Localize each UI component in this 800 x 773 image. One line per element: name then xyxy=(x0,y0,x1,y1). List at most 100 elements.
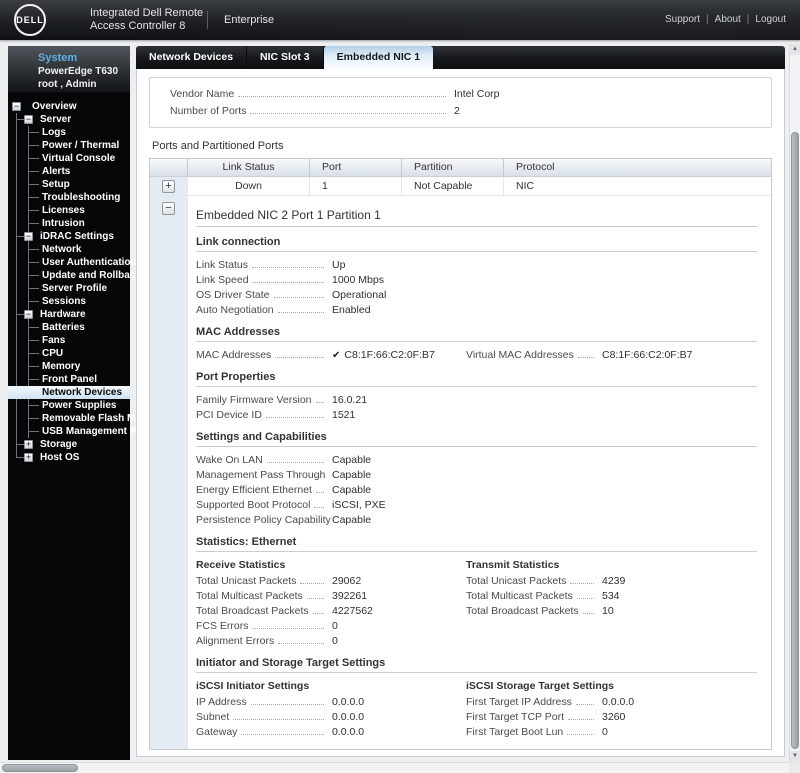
sidebar-item-host-os[interactable]: + Host OS xyxy=(8,451,130,464)
sidebar-item-idrac-settings[interactable]: − iDRAC Settings xyxy=(8,230,130,243)
scroll-up-icon[interactable]: ▲ xyxy=(790,44,800,55)
sidebar-item-network-devices[interactable]: Network Devices xyxy=(8,386,130,399)
tab-nic-slot-3[interactable]: NIC Slot 3 xyxy=(247,46,324,69)
tab-embedded-nic-1[interactable]: Embedded NIC 1 xyxy=(323,46,434,69)
tree-guide-line xyxy=(16,256,17,269)
field-wake-on-lan: Wake On LAN Capable xyxy=(196,452,757,467)
collapse-toggle-icon[interactable]: − xyxy=(24,310,33,319)
tab-network-devices[interactable]: Network Devices xyxy=(136,46,248,69)
section-heading: MAC Addresses xyxy=(196,326,280,338)
section-heading: Initiator and Storage Target Settings xyxy=(196,657,386,669)
support-link[interactable]: Support xyxy=(665,14,700,25)
sidebar-item-label: Alerts xyxy=(42,166,71,177)
tab-bar: Network Devices NIC Slot 3 Embedded NIC 1 xyxy=(136,46,785,69)
column: Virtual MAC Addresses C8:1F:66:C2:0F:B7 xyxy=(466,347,757,362)
field-value: 0 xyxy=(602,725,608,738)
column-header-link-status: Link Status xyxy=(188,159,310,176)
sidebar-item-intrusion[interactable]: Intrusion xyxy=(8,217,130,230)
sidebar-item-setup[interactable]: Setup xyxy=(8,178,130,191)
collapse-row-button[interactable]: − xyxy=(162,202,175,215)
sidebar-item-storage[interactable]: + Storage xyxy=(8,438,130,451)
sidebar-item-power-thermal[interactable]: Power / Thermal xyxy=(8,139,130,152)
field-total-unicast-packets: Total Unicast Packets 29062 xyxy=(196,573,466,588)
sidebar-item-label: Server Profile xyxy=(42,283,108,294)
field-value: 16.0.21 xyxy=(332,393,368,406)
dotted-leader xyxy=(568,718,594,720)
tree-guide-line xyxy=(16,191,17,204)
sidebar-item-batteries[interactable]: Batteries xyxy=(8,321,130,334)
dotted-leader xyxy=(241,733,324,735)
check-icon: ✔ xyxy=(332,349,341,361)
sidebar-item-sessions[interactable]: Sessions xyxy=(8,295,130,308)
field-link-speed: Link Speed 1000 Mbps xyxy=(196,272,757,287)
section-divider xyxy=(196,446,757,447)
field-auto-negotiation: Auto Negotiation Enabled xyxy=(196,302,757,317)
sidebar-item-label: Virtual Console xyxy=(42,153,116,164)
dotted-leader xyxy=(250,703,324,705)
field-link-status: Link Status Up xyxy=(196,257,757,272)
tree-branch-line xyxy=(28,340,39,341)
horizontal-scrollbar-thumb[interactable] xyxy=(2,764,78,772)
field-label: Total Unicast Packets xyxy=(196,574,297,587)
sidebar-item-network[interactable]: Network xyxy=(8,243,130,256)
section-statistics-ethernet: Statistics: Ethernet Receive Statistics To… xyxy=(196,536,757,648)
system-model: PowerEdge T630 xyxy=(38,66,119,77)
field-value: 392261 xyxy=(332,589,368,602)
dotted-leader xyxy=(277,311,324,313)
sidebar-item-memory[interactable]: Memory xyxy=(8,360,130,373)
expanded-row-title: Embedded NIC 2 Port 1 Partition 1 xyxy=(196,208,381,222)
vertical-scrollbar[interactable]: ▲ ▼ xyxy=(789,44,800,762)
sidebar-item-label: Intrusion xyxy=(42,218,85,229)
sidebar-item-fans[interactable]: Fans xyxy=(8,334,130,347)
field-value: Operational xyxy=(332,288,387,301)
collapse-toggle-icon[interactable]: − xyxy=(12,102,21,111)
tree-guide-line xyxy=(16,360,17,373)
dotted-leader xyxy=(278,642,324,644)
sidebar-item-alerts[interactable]: Alerts xyxy=(8,165,130,178)
field-subnet: Subnet 0.0.0.0 xyxy=(196,709,466,724)
sidebar-item-overview[interactable]: − Overview xyxy=(8,100,130,113)
section-settings-and-capabilities: Settings and Capabilities Wake On LAN Capa… xyxy=(196,431,757,527)
sidebar-item-logs[interactable]: Logs xyxy=(8,126,130,139)
section-heading: Settings and Capabilities xyxy=(196,431,327,443)
field-label: First Target Boot Lun xyxy=(466,725,564,738)
sidebar-item-usb-management-port[interactable]: USB Management Port xyxy=(8,425,150,438)
sidebar-item-update-and-rollback[interactable]: Update and Rollback xyxy=(8,269,141,282)
logout-link[interactable]: Logout xyxy=(755,14,786,25)
field-label: Alignment Errors xyxy=(196,634,275,647)
scroll-down-icon[interactable]: ▼ xyxy=(790,751,800,762)
field-value: Intel Corp xyxy=(454,87,500,100)
horizontal-scrollbar[interactable] xyxy=(0,762,789,773)
sidebar-item-user-authentication[interactable]: User Authentication xyxy=(8,256,137,269)
tree-branch-line xyxy=(28,431,39,432)
sidebar-item-server[interactable]: − Server xyxy=(8,113,130,126)
section-mac-addresses: MAC Addresses MAC Addresses ✔ C8:1F:66:C2:0… xyxy=(196,326,757,362)
vertical-scrollbar-thumb[interactable] xyxy=(791,132,799,749)
expand-row-button[interactable]: + xyxy=(162,180,175,193)
expand-toggle-icon[interactable]: + xyxy=(24,440,33,449)
field-total-unicast-packets: Total Unicast Packets 4239 xyxy=(466,573,757,588)
sidebar-item-troubleshooting[interactable]: Troubleshooting xyxy=(8,191,130,204)
expand-toggle-icon[interactable]: + xyxy=(24,453,33,462)
sidebar-item-front-panel[interactable]: Front Panel xyxy=(8,373,130,386)
header-links: Support | About | Logout xyxy=(665,14,786,25)
sidebar-item-power-supplies[interactable]: Power Supplies xyxy=(8,399,130,412)
tree-branch-line xyxy=(28,132,39,133)
subsection-heading: iSCSI Storage Target Settings xyxy=(466,680,614,692)
collapse-toggle-icon[interactable]: − xyxy=(24,115,33,124)
field-os-driver-state: OS Driver State Operational xyxy=(196,287,757,302)
sidebar-item-label: Storage xyxy=(40,439,78,450)
sidebar-item-server-profile[interactable]: Server Profile xyxy=(8,282,130,295)
sidebar-item-licenses[interactable]: Licenses xyxy=(8,204,130,217)
collapse-toggle-icon[interactable]: − xyxy=(24,232,33,241)
tree-guide-line xyxy=(16,204,17,217)
field-mac-addresses: MAC Addresses ✔ C8:1F:66:C2:0F:B7 xyxy=(196,347,466,362)
about-link[interactable]: About xyxy=(715,14,741,25)
sidebar-item-removable-flash-media[interactable]: Removable Flash Media xyxy=(8,412,155,425)
sidebar-item-hardware[interactable]: − Hardware xyxy=(8,308,130,321)
sidebar-item-virtual-console[interactable]: Virtual Console xyxy=(8,152,130,165)
field-number-of-ports: Number of Ports 2 xyxy=(170,102,757,119)
field-value: Capable xyxy=(332,483,372,496)
dotted-leader xyxy=(266,461,324,463)
sidebar-item-cpu[interactable]: CPU xyxy=(8,347,130,360)
